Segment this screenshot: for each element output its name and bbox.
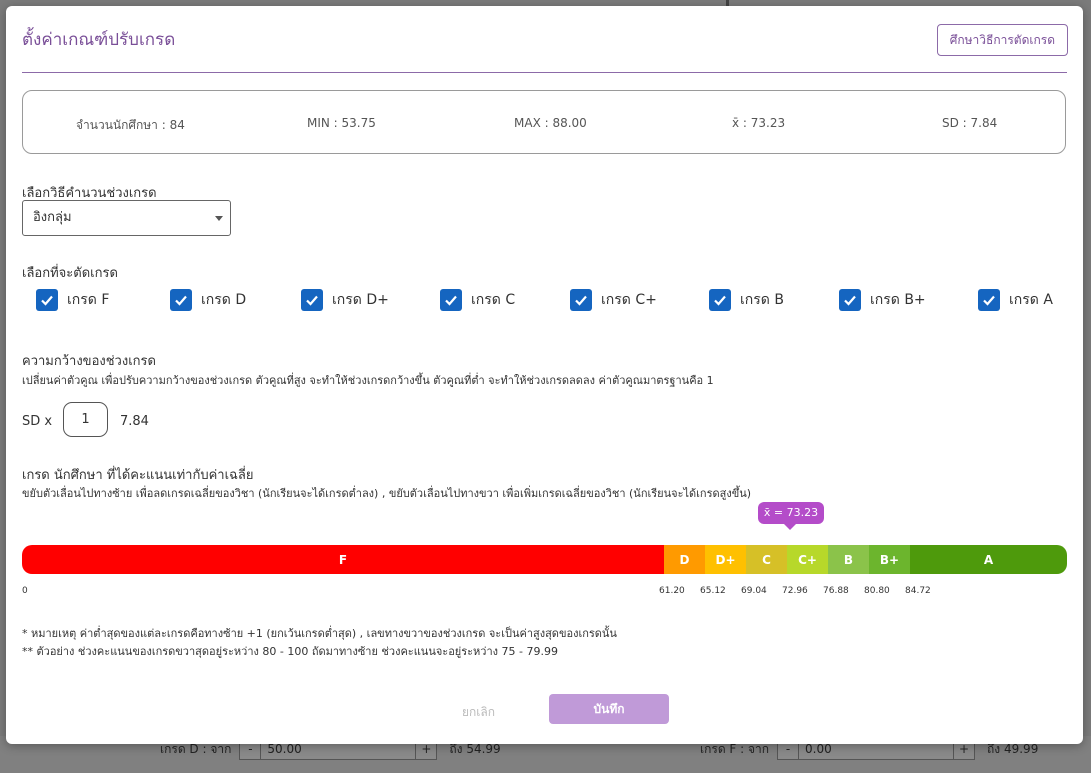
stats-summary: จำนวนนักศึกษา : 84 MIN : 53.75 MAX : 88.… [22,90,1066,154]
grade-segment-a: A [910,545,1067,574]
grade-segment-d-plus: D+ [705,545,746,574]
checkbox-label: เกรด C [471,292,516,308]
grade-segment-label: B+ [879,552,900,567]
tick-label: 65.12 [700,586,726,596]
grade-segment-label: F [338,552,348,567]
stat-min: MIN : 53.75 [307,116,376,130]
checkbox-label: เกรด C+ [601,292,657,308]
checkbox-label: เกรด F [67,292,110,308]
checkmark-icon[interactable] [36,289,58,311]
note-1: * หมายเหตุ ค่าต่ำสุดของแต่ละเกรดคือทางซ้… [22,627,617,640]
checkbox-grade-c-plus[interactable]: เกรด C+ [570,289,657,311]
checkbox-label: เกรด D [201,292,247,308]
stat-sd: SD : 7.84 [942,116,998,130]
sd-multiplier-label: SD x [22,414,53,429]
grade-segment-d: D [664,545,705,574]
checkbox-label: เกรด B+ [870,292,926,308]
method-selected-value: อิงกลุ่ม [33,210,72,225]
checkmark-icon[interactable] [839,289,861,311]
checkbox-label: เกรด B [740,292,784,308]
tick-label: 80.80 [864,586,890,596]
stat-student-count: จำนวนนักศึกษา : 84 [76,118,185,132]
checkbox-grade-b[interactable]: เกรด B [709,289,784,311]
tick-label: 84.72 [905,586,931,596]
grade-segment-f: F [22,545,664,574]
grade-segment-label: C+ [798,552,817,567]
stat-max: MAX : 88.00 [514,116,587,130]
checkmark-icon[interactable] [170,289,192,311]
checkmark-icon[interactable] [570,289,592,311]
checkmark-icon[interactable] [440,289,462,311]
checkmark-icon[interactable] [978,289,1000,311]
grade-segment-c-plus: C+ [787,545,828,574]
grade-segment-label: D+ [715,552,736,567]
method-select[interactable]: อิงกลุ่ม [22,200,231,236]
checkbox-grade-a[interactable]: เกรด A [978,289,1053,311]
checkbox-grade-c[interactable]: เกรด C [440,289,515,311]
modal-title: ตั้งค่าเกณฑ์ปรับเกรด [22,30,176,50]
checkbox-grade-d-plus[interactable]: เกรด D+ [301,289,389,311]
grade-segment-c: C [746,545,787,574]
tick-label: 69.04 [741,586,767,596]
stat-mean: x̄ : 73.23 [732,116,786,130]
grade-segment-label: C [762,552,771,567]
checkmark-icon[interactable] [709,289,731,311]
width-label: ความกว้างของช่วงเกรด [22,354,156,369]
mean-slider-handle[interactable]: x̄ = 73.23 [758,502,824,524]
checkmark-icon[interactable] [301,289,323,311]
grade-segment-label: A [983,552,994,567]
tick-label: 72.96 [782,586,808,596]
checkbox-grade-d[interactable]: เกรด D [170,289,246,311]
grade-criteria-modal: ตั้งค่าเกณฑ์ปรับเกรด ศึกษาวิธีการตัดเกรด… [6,6,1083,744]
sd-multiplier-input[interactable]: 1 [63,402,108,437]
checkbox-label: เกรด A [1009,292,1053,308]
tick-label: 61.20 [659,586,685,596]
cancel-button[interactable]: ยกเลิก [462,703,495,722]
note-2: ** ตัวอย่าง ช่วงคะแนนของเกรดขวาสุดอยู่ระ… [22,645,558,658]
checkbox-label: เกรด D+ [332,292,389,308]
checkbox-grade-f[interactable]: เกรด F [36,289,109,311]
chevron-down-icon [215,216,223,221]
mean-grade-description: ขยับตัวเลื่อนไปทางซ้าย เพื่อลดเกรดเฉลี่ย… [22,487,752,500]
save-button[interactable]: บันทึก [549,694,669,724]
checkbox-grade-b-plus[interactable]: เกรด B+ [839,289,926,311]
title-divider [22,72,1067,73]
tick-label: 76.88 [823,586,849,596]
mean-slider-pointer [784,524,796,530]
sd-value: 7.84 [120,414,149,429]
mean-grade-label: เกรด นักศึกษา ที่ได้คะแนนเท่ากับค่าเฉลี่… [22,468,254,483]
grade-segment-b-plus: B+ [869,545,910,574]
grade-segment-b: B [828,545,869,574]
grade-range-bar[interactable]: F D D+ C C+ B B+ A [22,545,1067,574]
study-grading-method-button[interactable]: ศึกษาวิธีการตัดเกรด [936,24,1068,56]
grade-segment-label: B [843,552,854,567]
cut-grades-label: เลือกที่จะตัดเกรด [22,266,118,281]
width-description: เปลี่ยนค่าตัวคูณ เพื่อปรับความกว้างของช่… [22,374,714,387]
tick-label: 0 [22,586,28,596]
grade-segment-label: D [679,552,690,567]
